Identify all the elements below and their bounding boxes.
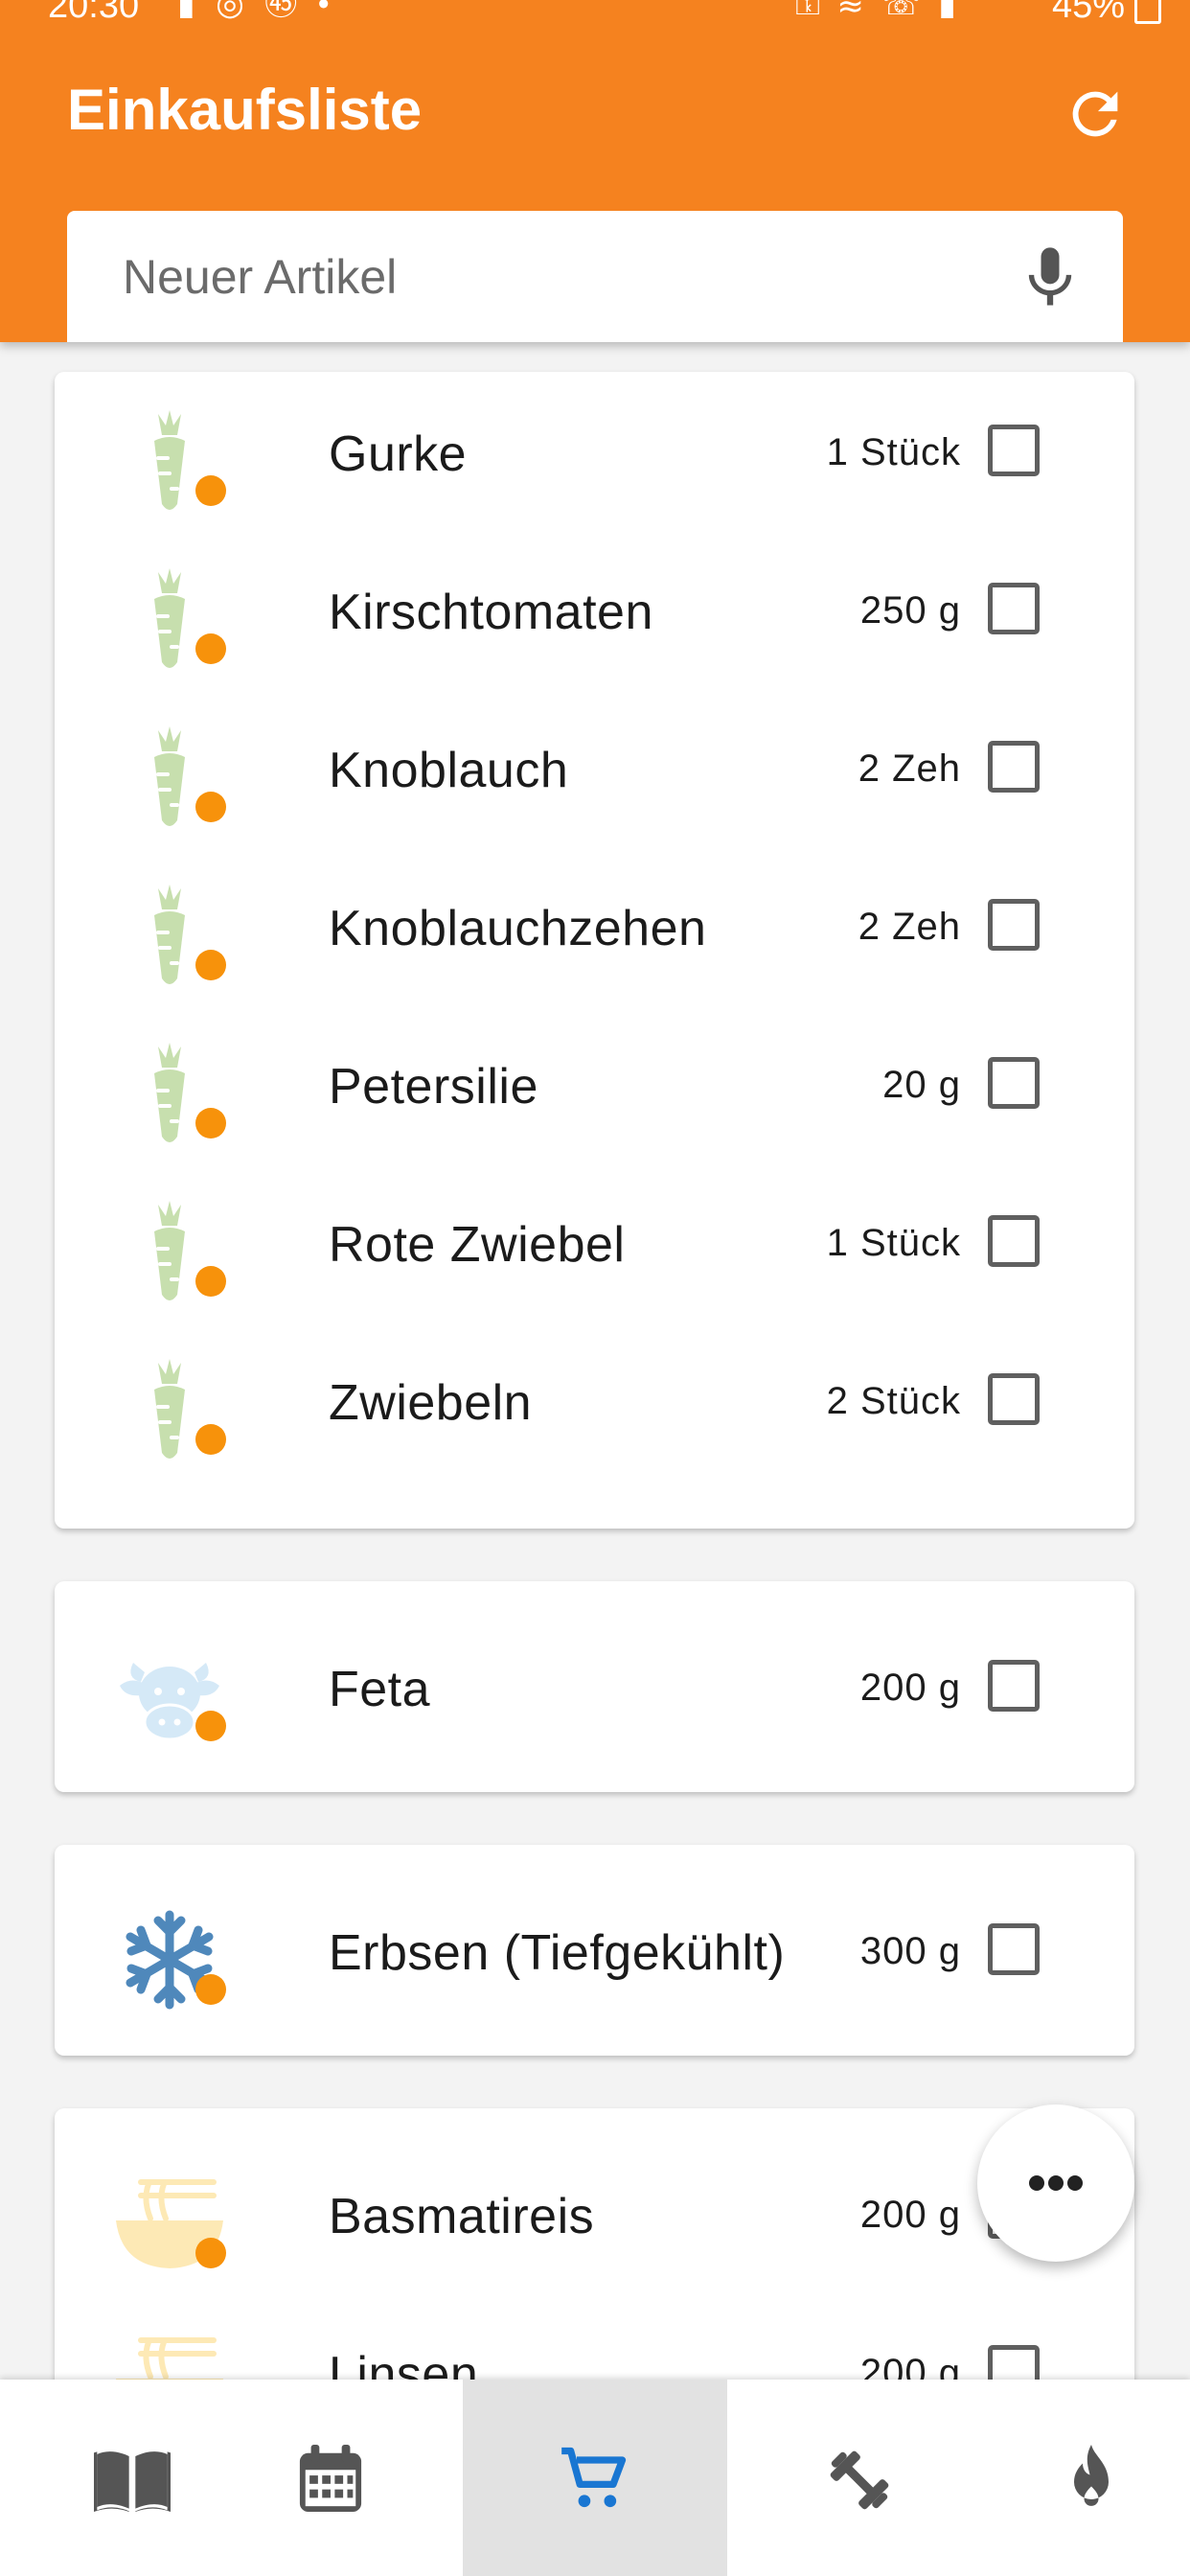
nav-item-fitness[interactable]	[727, 2380, 992, 2576]
microphone-button[interactable]	[1014, 240, 1087, 316]
status-dot	[195, 475, 226, 506]
new-item-input[interactable]	[121, 240, 987, 314]
item-checkbox[interactable]	[988, 1215, 1040, 1267]
calendar-icon	[299, 2445, 362, 2512]
list-item[interactable]: Kirschtomaten 250 g	[55, 530, 1134, 688]
item-checkbox[interactable]	[988, 1923, 1040, 1975]
status-bar: 20:30 ▮ ◎ ㊺ • ⚿ ≋ ☏ ▮ 45%	[0, 0, 1190, 33]
item-quantity: 2 Zeh	[858, 748, 961, 790]
book-open-icon	[94, 2451, 171, 2512]
page-title: Einkaufsliste	[67, 78, 423, 142]
item-quantity: 2 Zeh	[858, 906, 961, 948]
status-dot	[195, 1424, 226, 1455]
item-name: Rote Zwiebel	[329, 1217, 626, 1273]
nav-item-calories[interactable]	[992, 2380, 1190, 2576]
item-checkbox[interactable]	[988, 741, 1040, 793]
list-item[interactable]: Basmatireis 200 g	[55, 2134, 1134, 2292]
nav-item-shopping-list[interactable]	[463, 2380, 727, 2576]
item-checkbox[interactable]	[988, 583, 1040, 634]
shopping-cart-icon	[561, 2447, 627, 2508]
item-quantity: 200 g	[859, 2194, 961, 2236]
app-bar: 20:30 ▮ ◎ ㊺ • ⚿ ≋ ☏ ▮ 45% Einkaufsliste	[0, 0, 1190, 342]
list-item[interactable]: Knoblauchzehen 2 Zeh	[55, 846, 1134, 1004]
list-item[interactable]: Erbsen (Tiefgekühlt) 300 g	[55, 1871, 1134, 2029]
item-quantity: 250 g	[859, 589, 961, 632]
item-name: Feta	[329, 1662, 431, 1717]
item-name: Zwiebeln	[329, 1375, 533, 1431]
more-options-button[interactable]	[977, 2104, 1134, 2262]
list-item[interactable]: Rote Zwiebel 1 Stück	[55, 1162, 1134, 1321]
category-card-frozen: Erbsen (Tiefgekühlt) 300 g	[55, 1845, 1134, 2056]
status-dot	[195, 1108, 226, 1138]
item-quantity: 1 Stück	[826, 431, 961, 473]
item-quantity: 2 Stück	[826, 1380, 961, 1422]
item-name: Knoblauchzehen	[329, 901, 707, 956]
list-item[interactable]: Feta 200 g	[55, 1607, 1134, 1765]
item-name: Knoblauch	[329, 743, 569, 798]
item-name: Kirschtomaten	[329, 585, 653, 640]
battery-icon	[1134, 0, 1161, 24]
status-dot	[195, 1974, 226, 2005]
item-checkbox[interactable]	[988, 1373, 1040, 1425]
item-quantity: 200 g	[859, 1667, 961, 1709]
item-name: Petersilie	[329, 1059, 538, 1115]
status-dot	[195, 1711, 226, 1741]
refresh-button[interactable]	[1062, 80, 1129, 148]
refresh-icon	[1072, 91, 1118, 137]
flame-icon	[1073, 2445, 1109, 2506]
list-item[interactable]: Zwiebeln 2 Stück	[55, 1321, 1134, 1479]
list-item[interactable]: Petersilie 20 g	[55, 1004, 1134, 1162]
list-item[interactable]: Knoblauch 2 Zeh	[55, 688, 1134, 846]
microphone-icon	[1028, 247, 1072, 306]
list-item[interactable]: Gurke 1 Stück	[55, 372, 1134, 530]
bottom-navigation	[0, 2380, 1190, 2576]
status-time: 20:30	[48, 0, 140, 26]
nav-item-calendar[interactable]	[198, 2380, 463, 2576]
item-name: Gurke	[329, 426, 468, 482]
item-checkbox[interactable]	[988, 1057, 1040, 1109]
category-card-vegetables: Gurke 1 Stück Kirschtomaten 250 g Knobla…	[55, 372, 1134, 1529]
item-quantity: 20 g	[882, 1064, 961, 1106]
status-dot	[195, 2238, 226, 2268]
item-checkbox[interactable]	[988, 1660, 1040, 1712]
item-checkbox[interactable]	[988, 425, 1040, 476]
status-dot	[195, 792, 226, 822]
status-notification-icons: ▮ ◎ ㊺ •	[177, 0, 335, 22]
status-dot	[195, 950, 226, 980]
dumbbell-icon	[830, 2450, 889, 2510]
item-name: Erbsen (Tiefgekühlt)	[329, 1925, 786, 1981]
status-system-icons: ⚿ ≋ ☏ ▮	[795, 0, 960, 22]
item-name: Basmatireis	[329, 2189, 595, 2244]
status-dot	[195, 633, 226, 664]
item-quantity: 1 Stück	[826, 1222, 961, 1264]
new-item-field	[67, 211, 1123, 342]
item-checkbox[interactable]	[988, 899, 1040, 951]
item-quantity: 300 g	[859, 1930, 961, 1972]
status-dot	[195, 1266, 226, 1297]
category-card-dairy: Feta 200 g	[55, 1581, 1134, 1792]
battery-level: 45%	[1051, 0, 1125, 26]
